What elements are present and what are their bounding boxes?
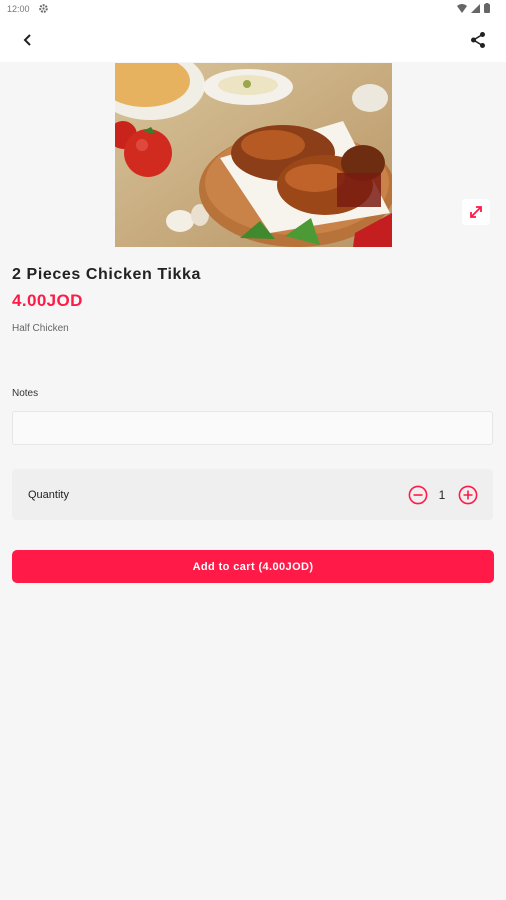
add-to-cart-button[interactable]: Add to cart (4.00JOD) <box>12 550 494 583</box>
product-title: 2 Pieces Chicken Tikka <box>12 266 202 283</box>
product-description: Half Chicken <box>12 323 69 334</box>
status-icons <box>457 3 490 13</box>
status-time: 12:00 <box>7 4 30 14</box>
app-bar <box>0 18 506 62</box>
increase-quantity-button[interactable] <box>458 485 478 505</box>
signal-icon <box>471 3 480 13</box>
product-price: 4.00JOD <box>12 291 83 310</box>
status-bar: 12:00 <box>0 0 506 18</box>
battery-icon <box>484 3 490 13</box>
plus-circle-icon <box>458 485 478 505</box>
decrease-quantity-button[interactable] <box>408 485 428 505</box>
notes-label: Notes <box>12 388 39 399</box>
notes-field[interactable] <box>12 411 493 445</box>
quantity-value: 1 <box>438 488 446 502</box>
share-button[interactable] <box>468 30 488 50</box>
expand-image-button[interactable] <box>462 199 490 225</box>
product-image <box>115 63 392 247</box>
quantity-label: Quantity <box>28 489 69 501</box>
chevron-left-icon <box>23 34 31 46</box>
share-icon <box>471 32 485 48</box>
expand-icon <box>470 206 482 218</box>
quantity-stepper: Quantity 1 <box>12 469 493 520</box>
food-photo <box>115 63 392 247</box>
gear-icon <box>39 4 48 13</box>
wifi-icon <box>457 3 467 13</box>
minus-circle-icon <box>408 485 428 505</box>
back-button[interactable] <box>18 30 38 50</box>
